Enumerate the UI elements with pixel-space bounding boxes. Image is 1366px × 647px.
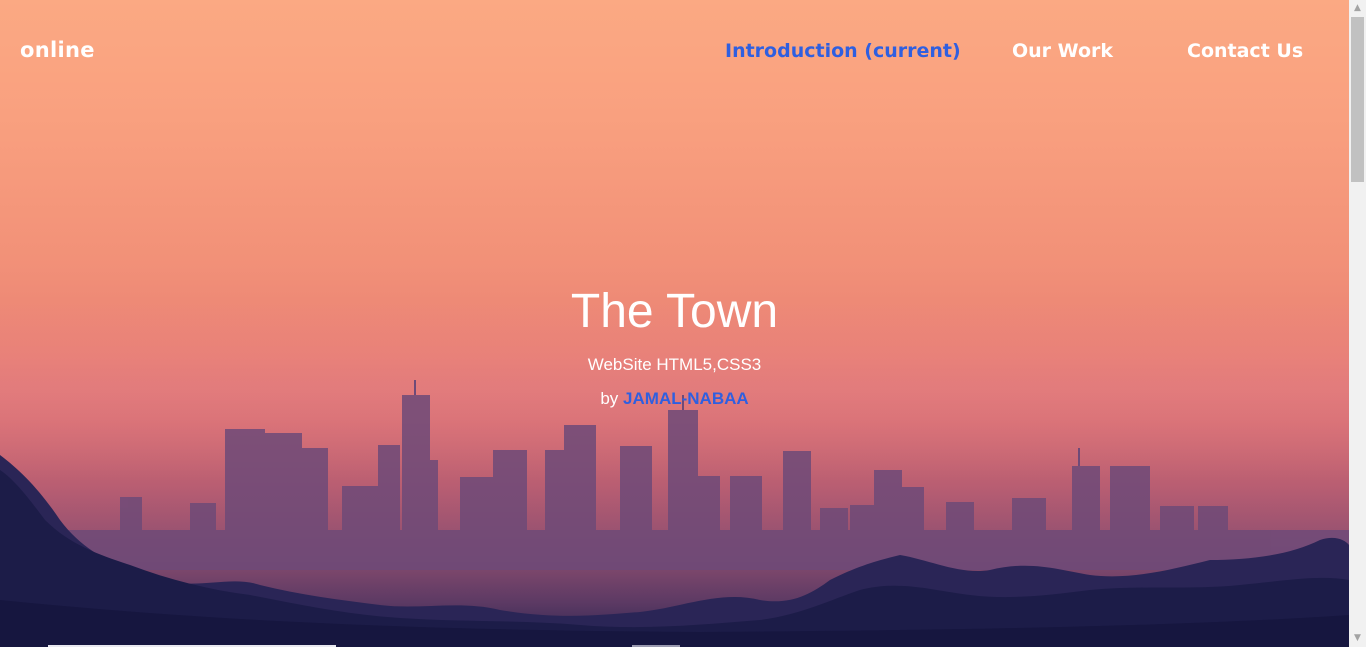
scrollbar-thumb[interactable] (1351, 17, 1364, 182)
nav-contact-us[interactable]: Contact Us (1187, 40, 1303, 62)
hero-byline: by JAMAL-NABAA (0, 389, 1349, 409)
main-nav: Introduction (current) Our Work Contact … (0, 40, 1349, 70)
hero-title: The Town (570, 285, 779, 338)
triangle-up-icon[interactable]: ▲ (1349, 0, 1366, 17)
hero-subtitle: WebSite HTML5,CSS3 (587, 355, 762, 374)
nav-our-work[interactable]: Our Work (1012, 40, 1113, 62)
byline-prefix: by (600, 389, 619, 408)
nav-introduction[interactable]: Introduction (current) (725, 40, 961, 62)
vertical-scrollbar[interactable]: ▲ ▼ (1349, 0, 1366, 647)
triangle-down-icon[interactable]: ▼ (1349, 630, 1366, 647)
author-link[interactable]: JAMAL-NABAA (623, 389, 749, 408)
